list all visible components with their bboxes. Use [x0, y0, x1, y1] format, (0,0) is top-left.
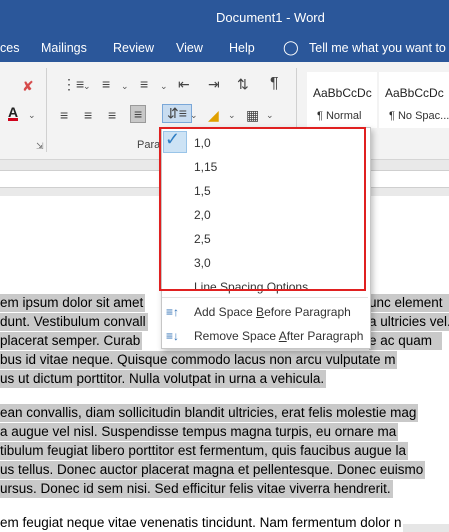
chevron-down-icon[interactable]: ⌄: [121, 81, 129, 92]
highlight-box: [159, 127, 366, 291]
doc-line: tibulum feugiat libero porttitor est fer…: [0, 442, 408, 460]
doc-line-fragment: e ac quam: [369, 332, 443, 350]
clear-formatting-icon[interactable]: ✘: [22, 78, 34, 95]
justify-icon[interactable]: ≡: [130, 105, 147, 123]
doc-line: bus id vitae neque. Quisque commodo lacu…: [0, 351, 398, 369]
shading-icon[interactable]: ◢: [208, 107, 219, 124]
bullets-icon[interactable]: ⋮≡: [62, 76, 84, 93]
style-sample: AaBbCcDc: [313, 86, 372, 100]
style-normal[interactable]: AaBbCcDc ¶ Normal: [307, 72, 377, 128]
chevron-down-icon[interactable]: ⌄: [160, 81, 168, 92]
doc-line: ursus. Donec id sem nisi. Sed efficitur …: [0, 480, 393, 498]
chevron-down-icon[interactable]: ⌄: [228, 110, 236, 121]
tab-references[interactable]: ces: [0, 41, 19, 55]
numbering-icon[interactable]: ≡: [102, 76, 110, 92]
doc-line: em ipsum dolor sit amet: [0, 294, 146, 312]
style-no-spacing[interactable]: AaBbCcDc ¶ No Spac...: [379, 72, 449, 128]
doc-line: a augue vel nisl. Suspendisse tempus mag…: [0, 423, 399, 441]
add-space-before-item[interactable]: Add Space Before Paragraph: [194, 305, 351, 319]
doc-line: us tellus. Donec auctor placerat magna e…: [0, 461, 426, 479]
tell-me-search[interactable]: Tell me what you want to do: [309, 41, 449, 55]
doc-line: placerat semper. Curab: [0, 332, 143, 350]
increase-indent-icon[interactable]: ⇥: [208, 76, 220, 93]
doc-line-fragment: unc element: [369, 294, 449, 312]
chevron-down-icon[interactable]: ⌄: [190, 110, 198, 121]
tab-review[interactable]: Review: [113, 41, 154, 55]
tab-mailings[interactable]: Mailings: [41, 41, 87, 55]
tab-help[interactable]: Help: [229, 41, 255, 55]
dialog-launcher-icon[interactable]: ⇲: [36, 141, 44, 152]
tab-view[interactable]: View: [176, 41, 203, 55]
show-formatting-marks-icon[interactable]: ¶: [270, 75, 279, 93]
doc-line: us ut dictum porttitor. Nulla volutpat i…: [0, 370, 327, 388]
line-spacing-icon[interactable]: ⇵≡: [162, 104, 192, 123]
multilevel-list-icon[interactable]: ≡: [140, 76, 148, 92]
align-left-icon[interactable]: ≡: [60, 107, 68, 123]
chevron-down-icon[interactable]: ⌄: [83, 81, 91, 92]
remove-space-after-icon: ≡↓: [166, 329, 180, 343]
decrease-indent-icon[interactable]: ⇤: [178, 76, 190, 93]
doc-line: em feugiat neque vitae venenatis tincidu…: [0, 514, 404, 532]
borders-icon[interactable]: ▦: [246, 107, 259, 124]
add-space-before-icon: ≡↑: [166, 305, 180, 319]
remove-space-after-item[interactable]: Remove Space After Paragraph: [194, 329, 363, 343]
doc-line-fragment: a ultricies vel.: [369, 313, 449, 331]
style-name: ¶ No Spac...: [389, 110, 449, 122]
window-title: Document1 - Word: [216, 10, 325, 25]
doc-line: ean convallis, diam sollicitudin blandit…: [0, 404, 419, 422]
ribbon-separator: [46, 68, 47, 152]
menu-bar: ces Mailings Review View Help ◯ Tell me …: [0, 36, 449, 62]
chevron-down-icon[interactable]: ⌄: [266, 110, 274, 121]
style-sample: AaBbCcDc: [385, 86, 444, 100]
align-center-icon[interactable]: ≡: [84, 107, 92, 123]
ribbon-group-label: Para: [137, 139, 161, 151]
doc-line: dunt. Vestibulum convall: [0, 313, 148, 331]
sort-icon[interactable]: ⇅: [237, 76, 249, 93]
style-name: ¶ Normal: [317, 110, 362, 122]
chevron-down-icon[interactable]: ⌄: [28, 110, 36, 121]
lightbulb-icon: ◯: [283, 39, 299, 55]
font-color-icon[interactable]: A: [8, 105, 19, 121]
menu-separator: [162, 297, 368, 298]
align-right-icon[interactable]: ≡: [108, 107, 116, 123]
